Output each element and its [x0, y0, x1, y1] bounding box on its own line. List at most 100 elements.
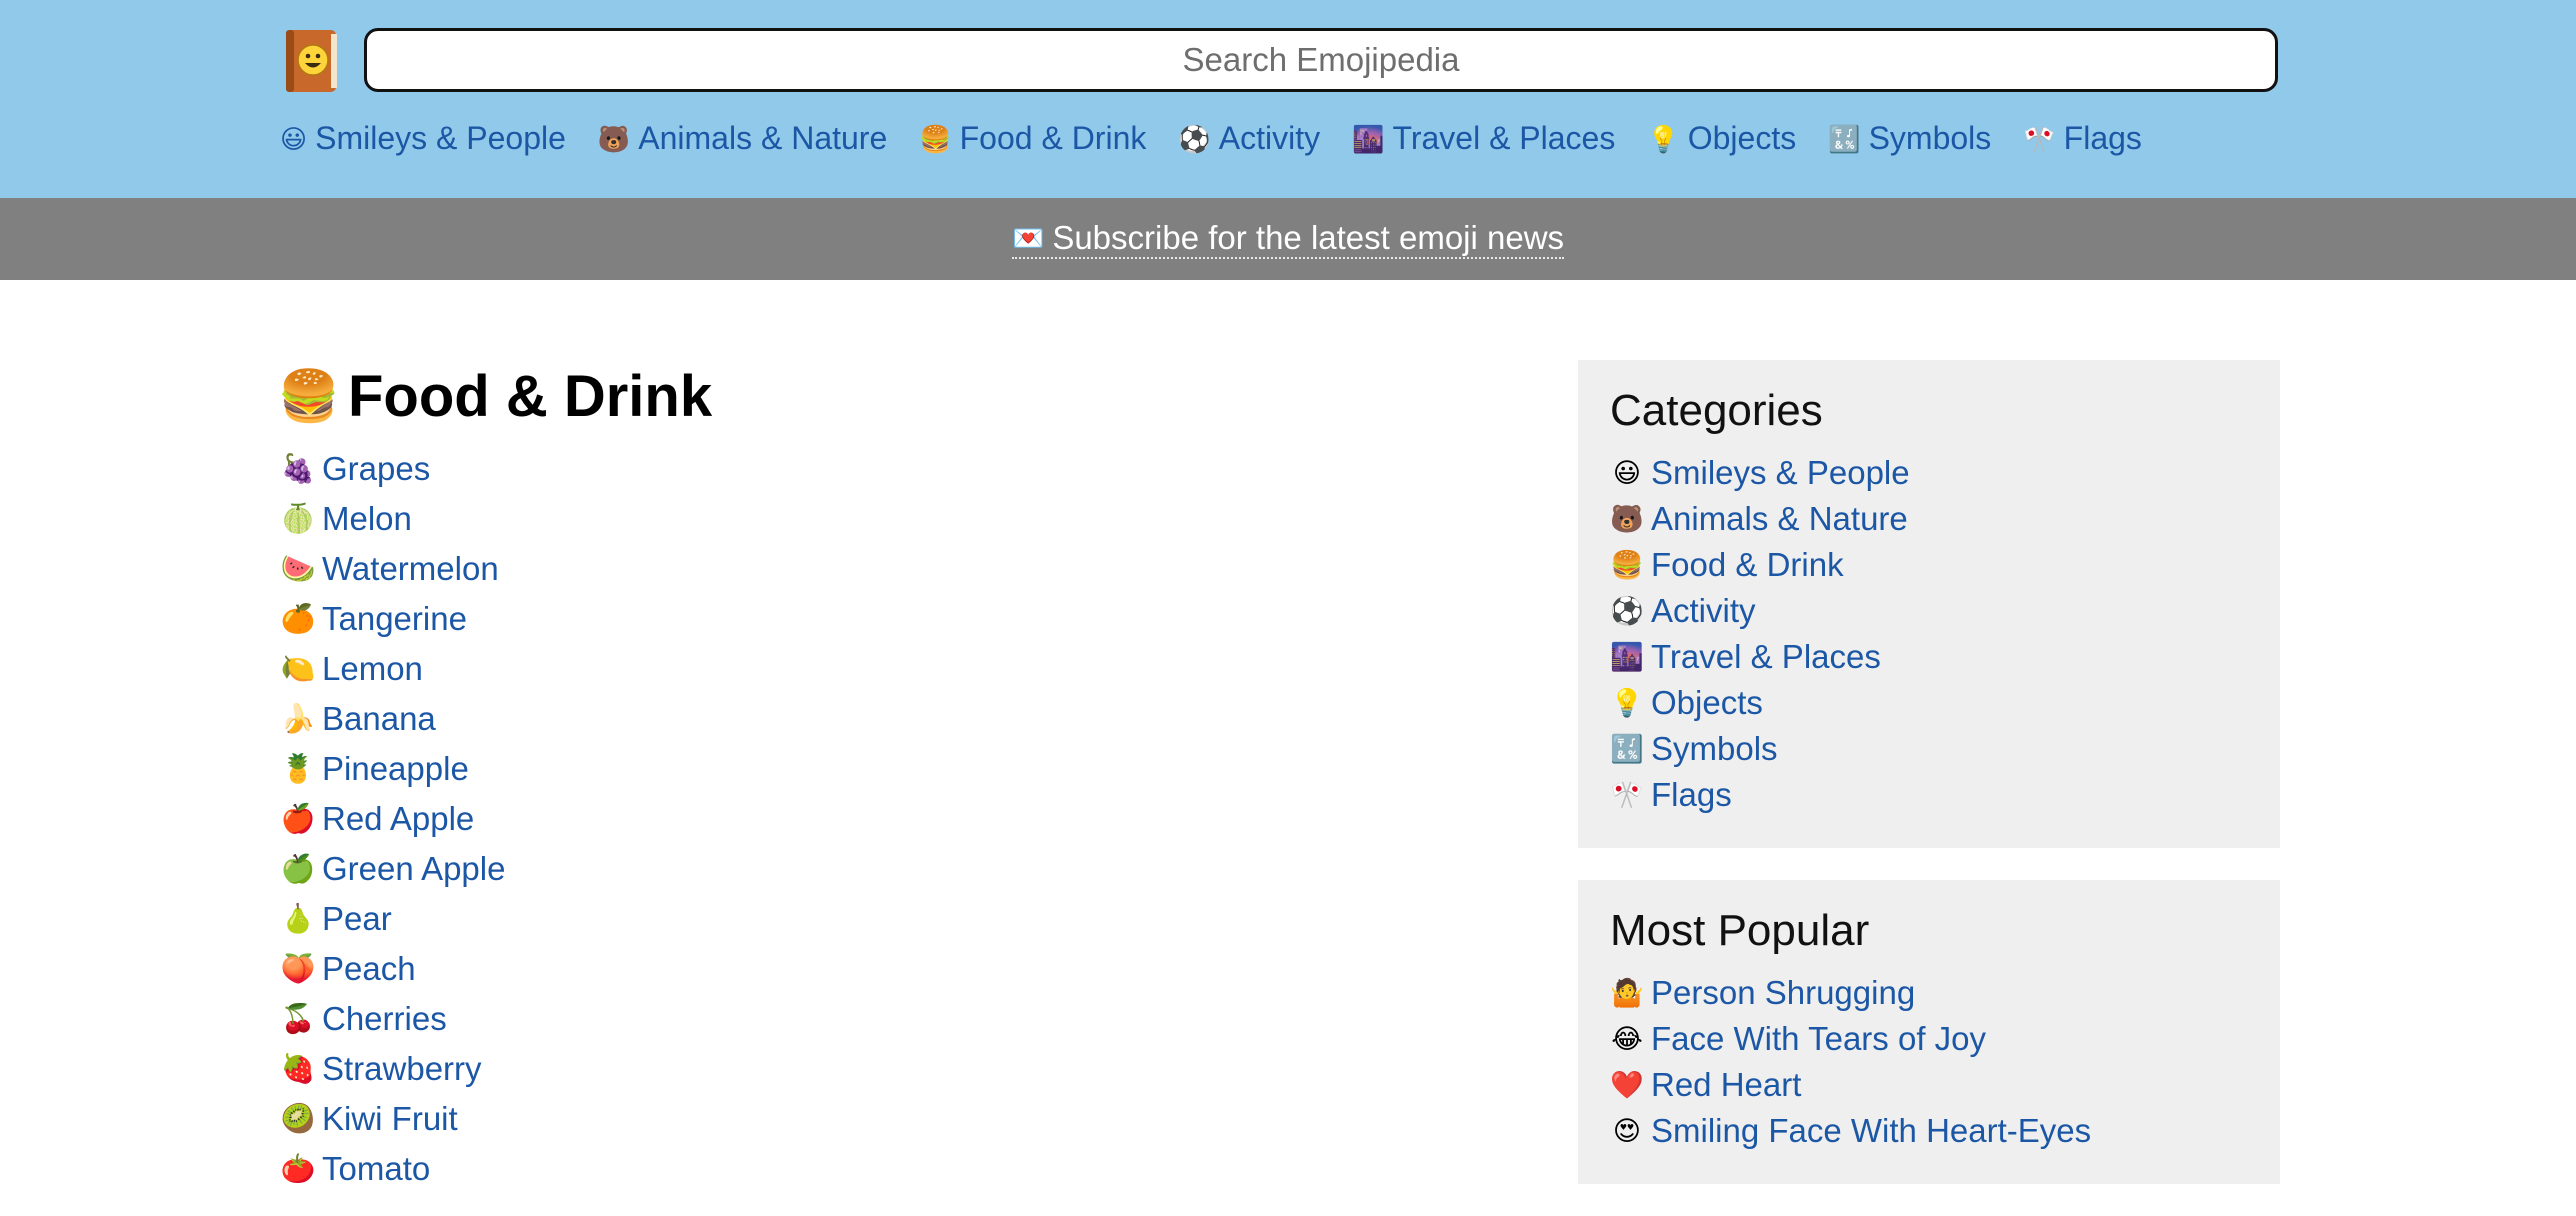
lemon-icon: 🍋: [280, 653, 316, 684]
cherries-icon: 🍒: [280, 1003, 316, 1034]
nav-item-flags[interactable]: 🎌 Flags: [2023, 120, 2142, 157]
list-item: 🍐 Pear: [280, 894, 1480, 944]
list-item: 🍓 Strawberry: [280, 1044, 1480, 1094]
watermelon-icon: 🍉: [280, 553, 316, 584]
emoji-link-watermelon[interactable]: Watermelon: [322, 550, 499, 588]
bear-icon: 🐻: [597, 123, 631, 154]
page-title-text: Food & Drink: [348, 363, 713, 429]
symbols-icon: 🔣: [1828, 123, 1861, 154]
categories-heading: Categories: [1610, 386, 1823, 435]
list-item: 🎌 Flags: [1610, 772, 2248, 818]
face-with-tears-of-joy-icon: 😂: [1611, 1023, 1643, 1054]
category-link-flags[interactable]: Flags: [1651, 776, 1732, 814]
subscribe-bar: 💌 Subscribe for the latest emoji news: [0, 198, 2576, 280]
emoji-link-melon[interactable]: Melon: [322, 500, 412, 538]
light-bulb-icon: 💡: [1647, 123, 1680, 154]
flags-icon: 🎌: [1610, 779, 1644, 810]
nav-item-travel-and-places[interactable]: 🌆 Travel & Places: [1352, 120, 1615, 157]
main-column: 🍔 Food & Drink 🍇 Grapes 🍈 Melon 🍉 Watermelon 🍊…: [277, 356, 1480, 1194]
pear-icon: 🍐: [280, 903, 316, 934]
emoji-link-peach[interactable]: Peach: [322, 950, 416, 988]
category-link-travel-and-places[interactable]: Travel & Places: [1651, 638, 1881, 676]
soccer-ball-icon: ⚽: [1178, 123, 1211, 154]
tomato-icon: 🍅: [280, 1153, 316, 1184]
category-link-objects[interactable]: Objects: [1651, 684, 1763, 722]
animals-and-nature-icon: 🐻: [1610, 503, 1644, 534]
nav-item-label: Food & Drink: [959, 120, 1147, 156]
travel-and-places-icon: 🌆: [1610, 641, 1644, 672]
list-item: 😂 Face With Tears of Joy: [1610, 1016, 2248, 1062]
emoji-link-green-apple[interactable]: Green Apple: [322, 850, 505, 888]
hamburger-icon: 🍔: [919, 123, 952, 154]
peach-icon: 🍑: [280, 953, 316, 984]
list-item: 🌆 Travel & Places: [1610, 634, 2248, 680]
nav-item-label: Symbols: [1868, 120, 1992, 156]
banana-icon: 🍌: [280, 703, 316, 734]
emoji-link-lemon[interactable]: Lemon: [322, 650, 423, 688]
search-input[interactable]: [364, 28, 2278, 92]
nav-item-animals-and-nature[interactable]: 🐻 Animals & Nature: [598, 120, 887, 157]
cityscape-icon: 🌆: [1352, 123, 1385, 154]
page-title: 🍔 Food & Drink: [277, 356, 1480, 436]
emoji-list: 🍇 Grapes 🍈 Melon 🍉 Watermelon 🍊 Tangerine 🍋 Lemon…: [280, 444, 1480, 1194]
nav-item-label: Activity: [1218, 120, 1321, 156]
category-nav: 😃 Smileys & People 🐻 Animals & Nature 🍔 Food …: [280, 120, 2142, 157]
activity-icon: ⚽: [1610, 595, 1644, 626]
emoji-link-red-apple[interactable]: Red Apple: [322, 800, 474, 838]
nav-item-activity[interactable]: ⚽ Activity: [1178, 120, 1320, 157]
emoji-link-banana[interactable]: Banana: [322, 700, 436, 738]
list-item: 💡 Objects: [1610, 680, 2248, 726]
category-link-symbols[interactable]: Symbols: [1651, 730, 1778, 768]
nav-item-food-and-drink[interactable]: 🍔 Food & Drink: [919, 120, 1146, 157]
nav-item-smileys-and-people[interactable]: 😃 Smileys & People: [280, 120, 566, 157]
list-item: 🍍 Pineapple: [280, 744, 1480, 794]
emoji-link-pineapple[interactable]: Pineapple: [322, 750, 469, 788]
list-item: 🍇 Grapes: [280, 444, 1480, 494]
sidebar: Categories 😃 Smileys & People 🐻 Animals & N…: [1578, 360, 2280, 1216]
emoji-link-cherries[interactable]: Cherries: [322, 1000, 447, 1038]
nav-item-symbols[interactable]: 🔣 Symbols: [1828, 120, 1991, 157]
kiwi-fruit-icon: 🥝: [280, 1103, 316, 1134]
food-and-drink-icon: 🍔: [1610, 549, 1644, 580]
list-item: 🍌 Banana: [280, 694, 1480, 744]
emoji-link-pear[interactable]: Pear: [322, 900, 392, 938]
grapes-icon: 🍇: [280, 453, 316, 484]
smiling-face-with-heart-eyes-icon: 😍: [1612, 1115, 1642, 1146]
popular-link-red-heart[interactable]: Red Heart: [1651, 1066, 1801, 1104]
list-item: 🍎 Red Apple: [280, 794, 1480, 844]
list-item: 😍 Smiling Face With Heart-Eyes: [1610, 1108, 2248, 1154]
site-header: 😃Smileys & People 🐻Animals & Nature 🍔Food …: [0, 0, 2576, 198]
emoji-link-grapes[interactable]: Grapes: [322, 450, 430, 488]
category-link-animals-and-nature[interactable]: Animals & Nature: [1651, 500, 1908, 538]
popular-link-person-shrugging[interactable]: Person Shrugging: [1651, 974, 1915, 1012]
red-apple-icon: 🍎: [280, 803, 316, 834]
category-link-activity[interactable]: Activity: [1651, 592, 1756, 630]
nav-item-label: Objects: [1687, 120, 1797, 156]
strawberry-icon: 🍓: [280, 1053, 316, 1084]
emoji-link-kiwi-fruit[interactable]: Kiwi Fruit: [322, 1100, 458, 1138]
objects-icon: 💡: [1610, 687, 1644, 718]
category-link-food-and-drink[interactable]: Food & Drink: [1651, 546, 1844, 584]
person-shrugging-icon: 🤷: [1610, 977, 1644, 1008]
tangerine-icon: 🍊: [280, 603, 316, 634]
list-item: 🥝 Kiwi Fruit: [280, 1094, 1480, 1144]
emoji-link-strawberry[interactable]: Strawberry: [322, 1050, 482, 1088]
list-item: 🍈 Melon: [280, 494, 1480, 544]
list-item: ⚽ Activity: [1610, 588, 2248, 634]
flags-icon: 🎌: [2023, 123, 2056, 154]
smileys-and-people-icon: 😃: [1612, 457, 1642, 488]
list-item: 🍊 Tangerine: [280, 594, 1480, 644]
list-item: ❤️ Red Heart: [1610, 1062, 2248, 1108]
grinning-face-icon: 😃: [280, 123, 308, 154]
subscribe-link[interactable]: 💌 Subscribe for the latest emoji news: [1011, 219, 1565, 259]
nav-item-objects[interactable]: 💡 Objects: [1647, 120, 1796, 157]
melon-icon: 🍈: [280, 503, 316, 534]
emoji-link-tangerine[interactable]: Tangerine: [322, 600, 467, 638]
emoji-link-tomato[interactable]: Tomato: [322, 1150, 430, 1188]
emojipedia-logo-icon[interactable]: [282, 28, 340, 94]
hamburger-icon: 🍔: [277, 368, 341, 424]
popular-link-face-with-tears-of-joy[interactable]: Face With Tears of Joy: [1651, 1020, 1986, 1058]
list-item: 🍅 Tomato: [280, 1144, 1480, 1194]
popular-link-smiling-face-with-heart-eyes[interactable]: Smiling Face With Heart-Eyes: [1651, 1112, 2091, 1150]
category-link-smileys-and-people[interactable]: Smileys & People: [1651, 454, 1910, 492]
